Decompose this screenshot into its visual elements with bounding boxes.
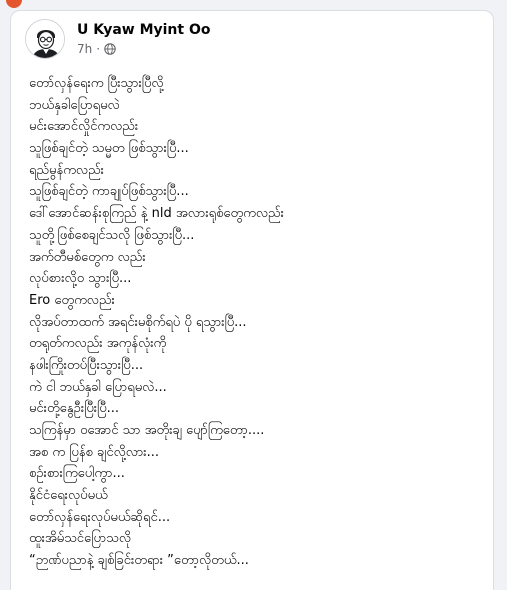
- post-line: စဉ်းစားကြပေါ့ကွာ...: [29, 466, 125, 482]
- post-line: ထူးအိမ်သင်ပြောသလို: [29, 531, 132, 547]
- post-line: သူဖြစ်ချင်တဲ့ သမ္မတ ဖြစ်သွားပြီ...: [29, 141, 189, 157]
- post-header: U Kyaw Myint Oo 7h ·: [25, 19, 479, 67]
- avatar-portrait-icon: [26, 20, 64, 58]
- post-line: အက်တီမစ်တွေက လည်း: [29, 249, 146, 265]
- post-line: သူတို့ဖြစ်စေချင်သလို ဖြစ်သွားပြီ...: [29, 227, 195, 243]
- post-line: တော်လှန်ရေးလုပ်မယ်ဆိုရင်...: [29, 509, 171, 525]
- post-line: “ဉာဏ်ပညာနဲ့ ချစ်ခြင်းတရား ”တော့လိုတယ်...: [29, 553, 249, 569]
- meta-separator: ·: [96, 42, 101, 56]
- post-line: မင်းတို့နွေဦးပြီးပြီ...: [29, 401, 120, 417]
- post-card: U Kyaw Myint Oo 7h · တော်လှန်ရေးက ပြီးသွ…: [10, 10, 494, 590]
- post-line: မင်းအောင်လှိုင်ကလည်း: [29, 119, 139, 135]
- post-line: လိုအပ်တာထက် အရင်းမစိုက်ရပဲ ပို ရသွားပြီ.…: [29, 314, 247, 330]
- globe-icon[interactable]: [104, 43, 116, 55]
- notification-dot-icon: [6, 0, 22, 8]
- post-line: နဖါးကြိုးတပ်ပြီးသွားပြီ...: [29, 357, 144, 373]
- post-line: သကြန်မှာ ဝအောင် သာ အတိုးချ ပျော်ကြတော့..…: [29, 423, 265, 438]
- post-line: ဘယ်နှခါပြောရမလဲ: [29, 97, 120, 113]
- post-line: တရုတ်ကလည်း အကုန်လုံးကို: [29, 336, 167, 352]
- post-line: ကဲ ငါ ဘယ်နှခါ ပြောရမလဲ...: [29, 379, 167, 395]
- page: U Kyaw Myint Oo 7h · တော်လှန်ရေးက ပြီးသွ…: [0, 0, 507, 590]
- avatar[interactable]: [25, 19, 65, 59]
- post-text: တော်လှန်ရေးက ပြီးသွားပြီလို့ ဘယ်နှခါပြော…: [29, 73, 479, 572]
- author-name[interactable]: U Kyaw Myint Oo: [77, 21, 211, 39]
- post-time[interactable]: 7h: [77, 41, 92, 57]
- post-meta: 7h ·: [77, 41, 116, 57]
- post-line: လုပ်စားလို့ဝ သွားပြီ...: [29, 271, 132, 287]
- post-line: ဒေါ်အောင်ဆန်းစုကြည် နဲ့ nld အလားရုစ်တွေက…: [29, 206, 284, 222]
- post-line: ရည်မွန်ကလည်း: [29, 162, 104, 178]
- post-line: အစ က ပြန်စ ချင်လို့လား...: [29, 444, 159, 460]
- post-line: သူဖြစ်ချင်တဲ့ ကာချုပ်ဖြစ်သွားပြီ...: [29, 184, 189, 200]
- post-line: Ero တွေကလည်း: [29, 292, 115, 308]
- post-line: တော်လှန်ရေးက ပြီးသွားပြီလို့: [29, 76, 164, 91]
- post-line: နိုင်ငံရေးလုပ်မယ်: [29, 488, 108, 504]
